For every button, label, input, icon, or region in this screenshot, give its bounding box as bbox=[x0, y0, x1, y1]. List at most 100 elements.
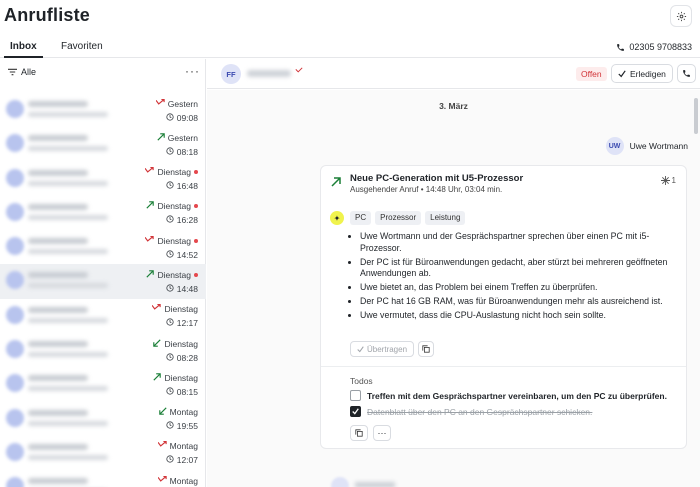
call-list-item[interactable]: Montag 12:07 bbox=[0, 436, 206, 470]
caller-avatar bbox=[6, 408, 24, 427]
caller-avatar bbox=[6, 340, 24, 359]
caller-detail-redacted bbox=[28, 214, 108, 220]
call-list-item[interactable]: Dienstag 16:48 bbox=[0, 162, 206, 196]
caller-name-redacted bbox=[28, 341, 88, 348]
date-separator: 3. März bbox=[439, 101, 468, 111]
call-day: Dienstag bbox=[144, 166, 198, 178]
copy-todos-button[interactable] bbox=[350, 425, 368, 441]
incoming-call-icon bbox=[158, 407, 167, 417]
filter-button[interactable]: Alle bbox=[8, 67, 36, 77]
call-list-item[interactable]: Dienstag 08:28 bbox=[0, 333, 206, 367]
ai-summary-icon: ✦ bbox=[330, 211, 344, 225]
call-time: 08:15 bbox=[153, 386, 198, 397]
app-header: Anrufliste bbox=[0, 0, 700, 36]
call-list-item[interactable]: Gestern 09:08 bbox=[0, 93, 206, 127]
call-button[interactable] bbox=[677, 64, 696, 83]
missed-call-icon bbox=[144, 235, 155, 246]
caller-avatar bbox=[6, 134, 24, 153]
outgoing-call-icon bbox=[157, 133, 165, 143]
todo-checkbox[interactable] bbox=[350, 390, 361, 401]
call-time-text: 08:15 bbox=[176, 386, 198, 397]
call-time: 16:28 bbox=[146, 215, 198, 226]
tab-favoriten[interactable]: Favoriten bbox=[55, 40, 109, 58]
call-list-item[interactable]: Montag 19:55 bbox=[0, 402, 206, 436]
call-list-item[interactable]: Dienstag 08:15 bbox=[0, 367, 206, 401]
call-day: Gestern bbox=[155, 98, 198, 109]
call-day-text: Montag bbox=[169, 407, 198, 418]
call-time-text: 08:28 bbox=[176, 352, 198, 363]
filter-row: Alle ··· bbox=[0, 59, 206, 87]
call-time: 09:08 bbox=[156, 112, 198, 123]
missed-call-icon bbox=[295, 67, 303, 77]
call-meta: Montag 19:55 bbox=[158, 407, 198, 432]
caller-name-redacted bbox=[28, 101, 88, 107]
call-meta: Dienstag 08:28 bbox=[153, 338, 198, 363]
caller-detail-redacted bbox=[28, 146, 108, 152]
call-day-text: Dienstag bbox=[164, 338, 198, 349]
clock-icon bbox=[166, 147, 174, 157]
tab-inbox[interactable]: Inbox bbox=[4, 40, 43, 58]
app-title: Anrufliste bbox=[4, 5, 91, 25]
call-list-panel: Alle ··· Gestern 09:08 Gestern 08:18 Diensta… bbox=[0, 59, 206, 487]
settings-button[interactable] bbox=[670, 5, 692, 27]
done-button[interactable]: Erledigen bbox=[611, 64, 673, 83]
check-icon bbox=[352, 408, 359, 415]
todo-text: Treffen mit dem Gesprächspartner vereinb… bbox=[367, 390, 667, 401]
call-list-item[interactable]: Gestern 08:18 bbox=[0, 127, 206, 161]
clock-icon bbox=[166, 250, 174, 260]
call-day: Montag bbox=[158, 407, 198, 418]
call-day: Gestern bbox=[157, 132, 198, 143]
caller-avatar bbox=[6, 477, 24, 487]
todo-item[interactable]: Datenblatt über den PC an den Gesprächsp… bbox=[350, 406, 592, 417]
clock-icon bbox=[166, 421, 174, 431]
call-list: Gestern 09:08 Gestern 08:18 Dienstag 16:48 Die… bbox=[0, 93, 206, 487]
more-todos-button[interactable]: ··· bbox=[373, 425, 391, 441]
caller-detail-redacted bbox=[28, 386, 108, 392]
missed-call-icon bbox=[157, 475, 167, 486]
phone-number-text: 02305 9708833 bbox=[629, 42, 692, 52]
call-meta: Dienstag 14:48 bbox=[146, 269, 198, 294]
todos-label: Todos bbox=[350, 376, 373, 386]
call-list-item[interactable]: Montag bbox=[0, 470, 206, 487]
call-list-item[interactable]: Dienstag 14:48 bbox=[0, 264, 206, 299]
call-day: Dienstag bbox=[153, 372, 198, 383]
call-list-item[interactable]: Dienstag 12:17 bbox=[0, 299, 206, 333]
call-day-text: Dienstag bbox=[157, 269, 191, 280]
missed-call-icon bbox=[144, 166, 155, 177]
caller-name-redacted bbox=[28, 478, 88, 485]
todo-checkbox-checked[interactable] bbox=[350, 406, 361, 417]
summary-point: Der PC ist für Büroanwendungen gedacht, … bbox=[360, 257, 678, 280]
caller-avatar bbox=[6, 202, 24, 221]
caller-detail-redacted bbox=[28, 283, 108, 289]
topic-tag[interactable]: Prozessor bbox=[375, 211, 422, 225]
next-message-redacted bbox=[355, 482, 395, 487]
caller-avatar bbox=[6, 237, 24, 256]
caller-name-redacted bbox=[28, 306, 88, 313]
call-day-text: Dienstag bbox=[157, 167, 191, 178]
call-day: Dienstag bbox=[153, 338, 198, 349]
card-footer-actions: ··· bbox=[350, 425, 391, 441]
incoming-call-icon bbox=[153, 338, 162, 349]
call-list-item[interactable]: Dienstag 16:28 bbox=[0, 196, 206, 230]
copy-summary-button[interactable] bbox=[418, 341, 435, 357]
topic-tags: PC Prozessor Leistung bbox=[350, 211, 466, 225]
phone-icon bbox=[683, 70, 690, 77]
call-meta: Gestern 09:08 bbox=[155, 98, 198, 123]
sparkle-icon bbox=[660, 176, 670, 185]
call-day-text: Montag bbox=[169, 441, 198, 452]
todo-item[interactable]: Treffen mit dem Gesprächspartner vereinb… bbox=[350, 390, 667, 401]
topic-tag[interactable]: Leistung bbox=[425, 211, 466, 225]
unread-dot bbox=[194, 170, 198, 175]
ai-sparkle-counter[interactable]: 1 bbox=[660, 176, 676, 185]
user-name: Uwe Wortmann bbox=[629, 141, 688, 151]
call-time: 16:48 bbox=[145, 181, 198, 192]
next-message-avatar bbox=[331, 477, 349, 487]
missed-call-icon bbox=[157, 441, 167, 451]
call-list-item[interactable]: Dienstag 14:52 bbox=[0, 230, 206, 264]
transfer-button[interactable]: Übertragen bbox=[350, 341, 415, 357]
clock-icon bbox=[166, 284, 174, 294]
more-options-button[interactable]: ··· bbox=[185, 64, 200, 78]
call-summary-card: Neue PC-Generation mit U5-Prozessor Ausg… bbox=[320, 165, 687, 449]
topic-tag[interactable]: PC bbox=[350, 211, 372, 225]
status-badge: Offen bbox=[576, 67, 607, 81]
